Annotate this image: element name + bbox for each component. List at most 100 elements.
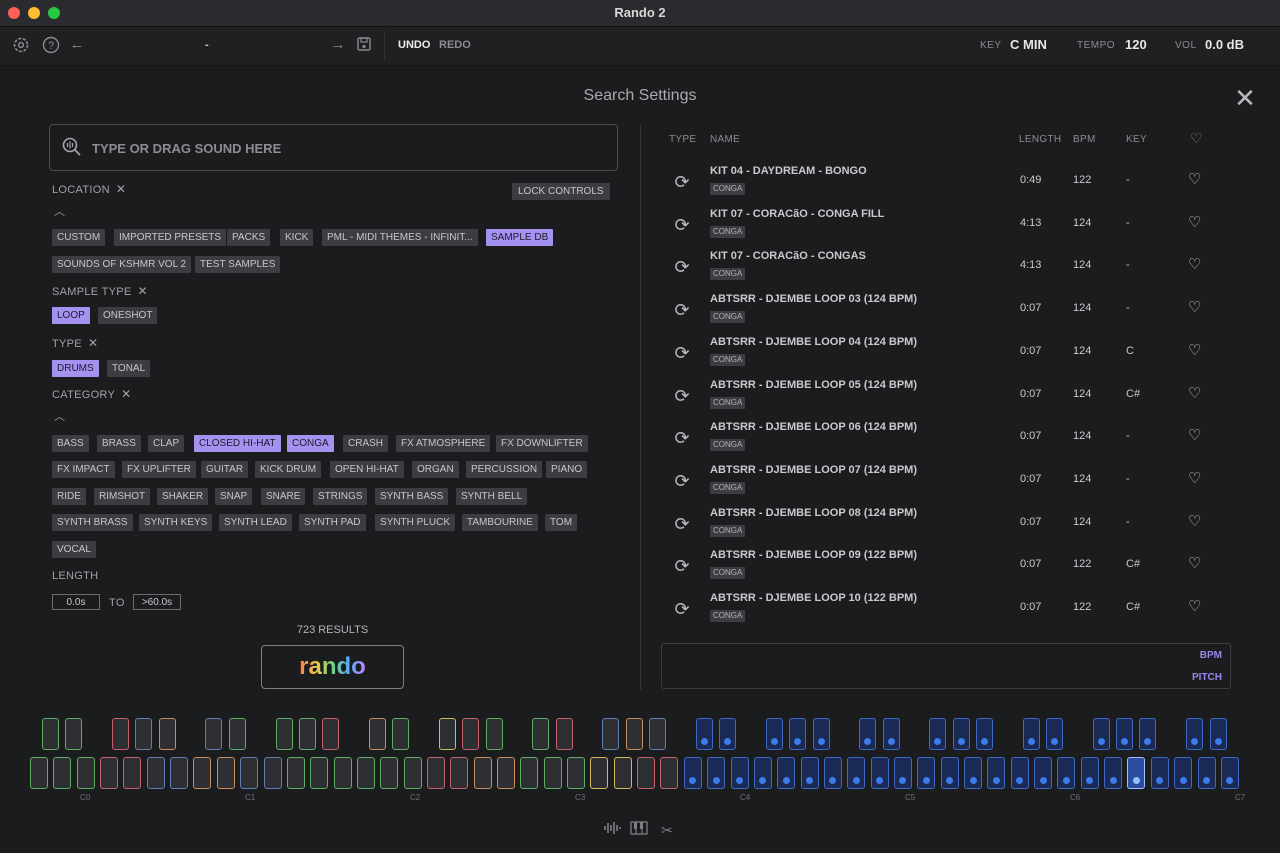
black-key[interactable] xyxy=(298,718,316,750)
black-key[interactable] xyxy=(462,718,480,750)
rando-button[interactable]: rando xyxy=(261,645,404,689)
location-tag[interactable]: CUSTOM xyxy=(52,229,106,246)
location-tag[interactable]: SAMPLE DB xyxy=(486,229,554,246)
favorite-heart-icon[interactable]: ♡ xyxy=(1188,255,1201,273)
white-key[interactable] xyxy=(964,757,982,789)
header-name[interactable]: NAME xyxy=(710,134,740,145)
white-key[interactable] xyxy=(497,757,515,789)
black-key[interactable] xyxy=(65,718,83,750)
key-value[interactable]: C MIN xyxy=(1010,37,1047,52)
white-key[interactable] xyxy=(917,757,936,789)
category-tag[interactable]: SNAP xyxy=(215,488,253,505)
pitch-control-label[interactable]: PITCH xyxy=(1192,672,1222,683)
type-tag[interactable]: TONAL xyxy=(107,360,151,377)
search-box[interactable] xyxy=(49,124,618,171)
black-key[interactable] xyxy=(555,718,573,750)
table-row[interactable]: ⟳ ABTSRR - DJEMBE LOOP 09 (122 BPM) CONGA 0… xyxy=(663,545,1233,587)
black-key[interactable] xyxy=(322,718,340,750)
table-row[interactable]: ⟳ ABTSRR - DJEMBE LOOP 08 (124 BPM) CONGA 0… xyxy=(663,503,1233,545)
white-key[interactable] xyxy=(660,757,679,789)
white-key[interactable] xyxy=(426,757,445,789)
sample-type-tag[interactable]: ONESHOT xyxy=(98,307,158,324)
black-key[interactable] xyxy=(1022,718,1040,750)
favorite-heart-icon[interactable]: ♡ xyxy=(1188,469,1201,487)
header-length[interactable]: LENGTH xyxy=(1019,134,1061,145)
white-key[interactable] xyxy=(53,757,72,789)
white-key[interactable] xyxy=(356,757,375,789)
black-key[interactable] xyxy=(1186,718,1204,750)
black-key[interactable] xyxy=(952,718,970,750)
category-tag[interactable]: SYNTH KEYS xyxy=(139,514,213,531)
white-key[interactable] xyxy=(800,757,819,789)
clear-sample-type-icon[interactable]: ✕ xyxy=(138,284,148,298)
category-tag[interactable]: OPEN HI-HAT xyxy=(330,461,404,478)
white-key[interactable] xyxy=(1197,757,1216,789)
white-key[interactable] xyxy=(286,757,305,789)
bpm-control-label[interactable]: BPM xyxy=(1200,650,1222,661)
category-tag[interactable]: TAMBOURINE xyxy=(462,514,538,531)
category-tag[interactable]: BRASS xyxy=(97,435,141,452)
black-key[interactable] xyxy=(602,718,620,750)
black-key[interactable] xyxy=(812,718,830,750)
header-bpm[interactable]: BPM xyxy=(1073,134,1096,145)
black-key[interactable] xyxy=(275,718,293,750)
white-key[interactable] xyxy=(310,757,329,789)
location-tag[interactable]: KICK xyxy=(280,229,314,246)
scissors-icon[interactable]: ✂ xyxy=(658,821,676,839)
favorite-heart-icon[interactable]: ♡ xyxy=(1188,554,1201,572)
header-type[interactable]: TYPE xyxy=(669,134,696,145)
white-key[interactable] xyxy=(216,757,235,789)
black-key[interactable] xyxy=(789,718,807,750)
category-tag[interactable]: FX IMPACT xyxy=(52,461,115,478)
black-key[interactable] xyxy=(625,718,643,750)
table-row[interactable]: ⟳ ABTSRR - DJEMBE LOOP 05 (124 BPM) CONGA 0… xyxy=(663,375,1233,417)
white-key[interactable] xyxy=(543,757,562,789)
category-tag[interactable]: SYNTH PAD xyxy=(299,514,366,531)
location-tag[interactable]: SOUNDS OF KSHMR VOL 2 xyxy=(52,256,192,273)
table-row[interactable]: ⟳ ABTSRR - DJEMBE LOOP 06 (124 BPM) CONGA 0… xyxy=(663,417,1233,459)
favorite-heart-icon[interactable]: ♡ xyxy=(1188,426,1201,444)
white-key[interactable] xyxy=(1010,757,1029,789)
black-key[interactable] xyxy=(1092,718,1110,750)
black-key[interactable] xyxy=(368,718,386,750)
white-key[interactable] xyxy=(100,757,119,789)
sample-type-tag[interactable]: LOOP xyxy=(52,307,90,324)
white-key[interactable] xyxy=(567,757,586,789)
white-key[interactable] xyxy=(333,757,352,789)
tempo-value[interactable]: 120 xyxy=(1125,37,1147,52)
white-key[interactable] xyxy=(76,757,95,789)
header-key[interactable]: KEY xyxy=(1126,134,1147,145)
white-key[interactable] xyxy=(1150,757,1169,789)
black-key[interactable] xyxy=(158,718,176,750)
black-key[interactable] xyxy=(205,718,223,750)
category-tag[interactable]: GUITAR xyxy=(201,461,249,478)
white-key[interactable] xyxy=(193,757,212,789)
white-key[interactable] xyxy=(870,757,889,789)
category-tag[interactable]: FX UPLIFTER xyxy=(122,461,196,478)
length-max-field[interactable]: >60.0s xyxy=(133,594,181,610)
category-tag[interactable]: RIDE xyxy=(52,488,86,505)
white-key[interactable] xyxy=(1220,757,1239,789)
category-tag[interactable]: RIMSHOT xyxy=(94,488,151,505)
favorite-heart-icon[interactable]: ♡ xyxy=(1188,341,1201,359)
favorite-heart-icon[interactable]: ♡ xyxy=(1188,298,1201,316)
category-tag[interactable]: CRASH xyxy=(343,435,389,452)
black-key[interactable] xyxy=(1139,718,1157,750)
white-key[interactable] xyxy=(1080,757,1099,789)
category-tag[interactable]: SHAKER xyxy=(157,488,209,505)
white-key[interactable] xyxy=(1034,757,1053,789)
location-tag[interactable]: TEST SAMPLES xyxy=(195,256,281,273)
arrow-left-icon[interactable]: ← xyxy=(68,36,86,54)
table-row[interactable]: ⟳ ABTSRR - DJEMBE LOOP 03 (124 BPM) CONGA 0… xyxy=(663,289,1233,331)
black-key[interactable] xyxy=(859,718,877,750)
vol-value[interactable]: 0.0 dB xyxy=(1205,37,1244,52)
category-tag[interactable]: SNARE xyxy=(261,488,306,505)
table-row[interactable]: ⟳ ABTSRR - DJEMBE LOOP 07 (124 BPM) CONGA 0… xyxy=(663,460,1233,502)
category-tag[interactable]: SYNTH PLUCK xyxy=(375,514,456,531)
location-tag[interactable]: IMPORTED PRESETS xyxy=(114,229,227,246)
white-key[interactable] xyxy=(590,757,609,789)
white-key[interactable] xyxy=(1104,757,1123,789)
white-key[interactable] xyxy=(30,757,48,789)
white-key[interactable] xyxy=(707,757,726,789)
category-tag[interactable]: KICK DRUM xyxy=(255,461,322,478)
